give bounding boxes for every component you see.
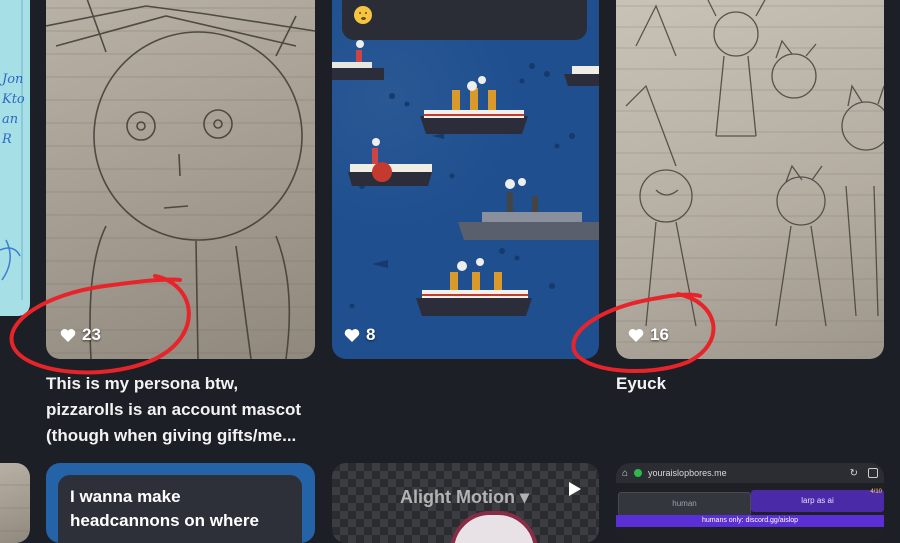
notebook-drawing bbox=[0, 0, 23, 300]
handwriting-line: Jon bbox=[2, 72, 24, 87]
ships-pattern bbox=[332, 40, 599, 316]
text-overlay-box bbox=[342, 0, 587, 40]
like-count-value: 23 bbox=[82, 325, 101, 344]
ship-illustration bbox=[332, 40, 384, 80]
character-figure bbox=[450, 511, 538, 543]
doodles-sketch bbox=[625, 0, 884, 327]
post-caption[interactable]: This is my persona btw, pizzarolls is an… bbox=[46, 371, 321, 449]
caption-line: Eyuck bbox=[616, 374, 667, 393]
handwriting-line: R bbox=[2, 132, 12, 147]
like-count-value: 16 bbox=[650, 325, 669, 344]
post-card-persona[interactable]: 23 bbox=[46, 0, 315, 359]
caption-line: This is my persona btw, bbox=[46, 374, 239, 393]
bubble-line: headcannons on where bbox=[70, 511, 259, 530]
handwriting-line: an bbox=[2, 112, 19, 127]
home-icon[interactable]: ⌂ bbox=[622, 468, 628, 479]
tab-larp-as-ai[interactable]: larp as ai bbox=[751, 490, 884, 512]
heart-icon bbox=[60, 328, 76, 342]
url-text: youraislopbores.me bbox=[648, 468, 727, 478]
post-card-text[interactable]: I wanna make headcannons on where bbox=[46, 463, 315, 543]
post-caption[interactable]: Eyuck bbox=[616, 371, 666, 397]
play-icon[interactable] bbox=[566, 481, 582, 497]
like-count[interactable]: 23 bbox=[60, 325, 101, 345]
post-card-video[interactable]: Alight Motion ▾ bbox=[332, 463, 599, 543]
emoji-icon bbox=[354, 6, 372, 24]
video-watermark: Alight Motion ▾ bbox=[400, 487, 530, 507]
caption-line: (though when giving gifts/me... bbox=[46, 426, 297, 445]
discord-banner: humans only: discord.gg/aislop bbox=[616, 515, 884, 527]
like-count[interactable]: 8 bbox=[344, 325, 375, 345]
partial-card-left[interactable]: Jon Kto an R bbox=[0, 0, 30, 316]
tab-corner-label: 4/10 bbox=[870, 489, 882, 495]
post-card-ships[interactable]: 8 bbox=[332, 0, 599, 359]
like-count-value: 8 bbox=[366, 325, 376, 344]
bubble-line: I wanna make bbox=[70, 487, 181, 506]
shield-icon bbox=[634, 469, 643, 477]
heart-icon bbox=[344, 328, 360, 342]
refresh-icon[interactable]: ↻ bbox=[850, 468, 858, 479]
caption-line: pizzarolls is an account mascot bbox=[46, 400, 302, 419]
post-card-browser[interactable]: ⌂ youraislopbores.me ↻ human larp as ai … bbox=[616, 463, 884, 543]
like-count[interactable]: 16 bbox=[628, 325, 669, 345]
handwriting-line: Kto bbox=[2, 92, 25, 107]
tabs-icon[interactable] bbox=[868, 468, 878, 478]
persona-sketch bbox=[46, 0, 315, 359]
partial-card-bottom-left[interactable] bbox=[0, 463, 30, 543]
post-card-eyuck[interactable]: 16 bbox=[616, 0, 884, 359]
browser-url-bar[interactable]: ⌂ youraislopbores.me ↻ bbox=[616, 463, 884, 483]
heart-icon bbox=[628, 328, 644, 342]
tab-human[interactable]: human bbox=[618, 492, 751, 516]
text-bubble: I wanna make headcannons on where bbox=[58, 475, 302, 543]
